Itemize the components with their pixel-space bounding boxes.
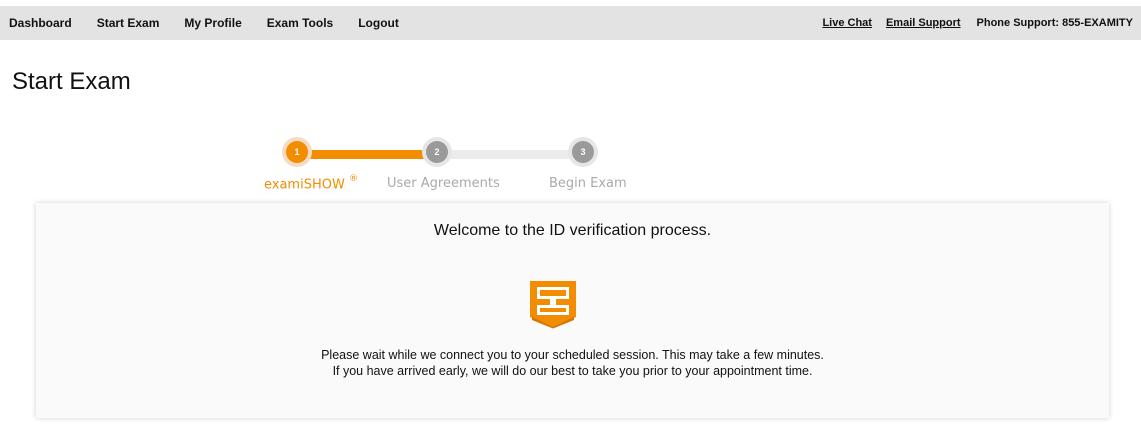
progress-stepper: 1 2 3 examiSHOW ® User Agreements Begin … — [0, 0, 1141, 200]
step-1-number: 1 — [286, 141, 308, 163]
verification-card: Welcome to the ID verification process. … — [36, 203, 1109, 418]
step-3-number: 3 — [572, 141, 594, 163]
registered-mark: ® — [348, 174, 358, 184]
step-3-indicator: 3 — [568, 137, 598, 167]
step-2-indicator: 2 — [422, 137, 452, 167]
step-2-label: User Agreements — [387, 176, 500, 191]
step-2-number: 2 — [426, 141, 448, 163]
step-1-label: examiSHOW ® — [264, 174, 358, 193]
step-1-label-text: examiSHOW — [264, 177, 345, 193]
wait-message-line-2: If you have arrived early, we will do ou… — [332, 364, 813, 378]
examity-shield-logo-icon — [530, 281, 576, 329]
step-1-indicator: 1 — [282, 137, 312, 167]
stepper-progress-fill — [300, 150, 436, 159]
wait-message: Please wait while we connect you to your… — [36, 347, 1109, 379]
step-3-label: Begin Exam — [549, 176, 627, 191]
welcome-heading: Welcome to the ID verification process. — [433, 222, 712, 239]
wait-message-line-1: Please wait while we connect you to your… — [321, 348, 824, 362]
